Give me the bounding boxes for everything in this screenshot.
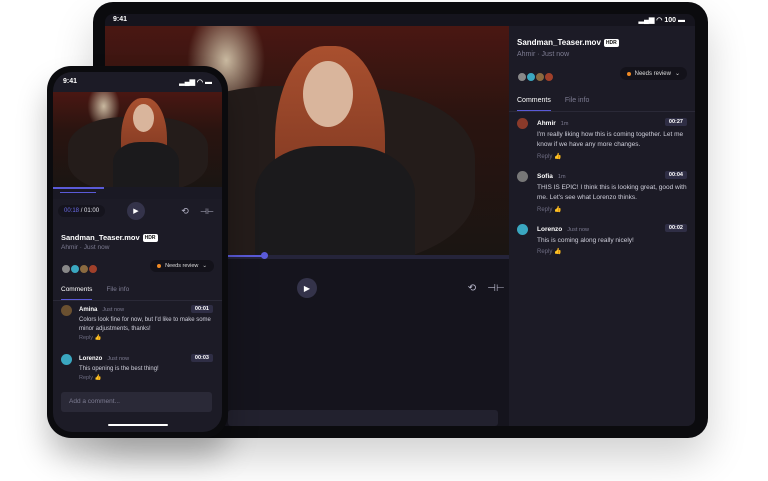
home-indicator	[108, 424, 168, 426]
duration: / 01:00	[80, 208, 100, 214]
comment-timestamp[interactable]: 00:02	[664, 224, 687, 232]
reply-button[interactable]: Reply	[537, 249, 552, 255]
comment-item: Ahmir 1m 00:27 I'm really liking how this…	[517, 118, 687, 168]
comment-time: Just now	[567, 227, 589, 233]
status-dot	[157, 264, 162, 268]
phone-screen: 9:41 ▂▄▆ ◠ ▬ 00:18 / 01:00 ▶ ⟲ ⊣⊢ Sandma…	[53, 72, 222, 432]
comment-item: Lorenzo Just now 00:02 This is coming alo…	[517, 224, 687, 264]
comment-timestamp[interactable]: 00:01	[190, 305, 213, 313]
comment-item: Sofia 1m 00:04 THIS IS EPIC! I think this…	[517, 171, 687, 221]
reply-button[interactable]: Reply	[537, 207, 552, 213]
comment-author: Amina	[79, 307, 98, 313]
comment-time: Just now	[102, 307, 125, 313]
reply-button[interactable]: Reply	[79, 335, 93, 341]
comment-text: THIS IS EPIC! I think this is looking gr…	[537, 184, 687, 201]
avatar	[61, 354, 72, 365]
comment-timestamp[interactable]: 00:04	[664, 171, 687, 179]
comment-author: Lorenzo	[537, 226, 563, 233]
comment-timestamp[interactable]: 00:27	[664, 118, 687, 126]
tablet-status-time: 9:41	[113, 16, 128, 23]
viewer-avatars[interactable]	[517, 69, 554, 87]
tablet-comment-input[interactable]	[228, 410, 498, 426]
comment-author: Ahmir	[537, 120, 556, 127]
comment-text: This opening is the best thing!	[79, 366, 159, 372]
hdr-badge: HDR	[142, 234, 158, 243]
status-label: Needs review	[165, 263, 199, 269]
like-icon[interactable]: 👍	[554, 154, 561, 160]
avatar	[61, 305, 72, 316]
playhead[interactable]	[261, 252, 268, 259]
comment-time: Just now	[107, 356, 130, 362]
like-icon[interactable]: 👍	[554, 249, 561, 255]
reply-button[interactable]: Reply	[537, 154, 552, 160]
tab-comments[interactable]: Comments	[61, 286, 93, 300]
compare-icon[interactable]: ⊣⊢	[487, 281, 504, 295]
chevron-down-icon: ⌄	[674, 71, 680, 77]
current-time: 00:18	[64, 208, 80, 214]
file-name: Sandman_Teaser.mov	[61, 233, 140, 242]
status-label: Needs review	[634, 70, 671, 77]
tab-file-info[interactable]: File info	[106, 286, 129, 300]
avatar	[517, 224, 528, 235]
tab-file-info[interactable]: File info	[565, 97, 590, 111]
compare-icon[interactable]: ⊣⊢	[200, 205, 214, 217]
like-icon[interactable]: 👍	[95, 335, 102, 341]
like-icon[interactable]: 👍	[554, 207, 561, 213]
phone-status-time: 9:41	[63, 78, 78, 85]
comment-author: Sofia	[537, 173, 553, 180]
chevron-down-icon: ⌄	[202, 263, 207, 269]
comment-time: 1m	[557, 174, 566, 180]
status-dropdown[interactable]: Needs review ⌄	[150, 260, 214, 272]
tab-comments[interactable]: Comments	[517, 97, 551, 111]
avatar	[517, 118, 528, 129]
status-dropdown[interactable]: Needs review ⌄	[619, 67, 687, 80]
comment-text: Colors look fine for now, but I'd like t…	[79, 317, 211, 332]
tablet-status-battery: ▂▄▆ ◠ 100 ▬	[638, 17, 685, 24]
hdr-badge: HDR	[603, 38, 619, 47]
comment-item: Amina Just now 00:01 Colors look fine for…	[61, 305, 213, 350]
panel-tabs: Comments File info	[53, 286, 222, 301]
file-byline: Ahmir · Just now	[61, 244, 110, 251]
phone-video-player[interactable]	[53, 92, 222, 187]
file-name: Sandman_Teaser.mov	[517, 38, 601, 47]
comment-text: This is coming along really nicely!	[537, 237, 634, 244]
tablet-side-panel: Sandman_Teaser.mov HDR Ahmir · Just now N…	[509, 26, 695, 426]
phone-timeline[interactable]	[53, 187, 222, 199]
comment-item: Lorenzo Just now 00:03 This opening is th…	[61, 354, 213, 389]
avatar	[517, 171, 528, 182]
battery-level: 100	[664, 17, 677, 24]
loop-icon[interactable]: ⟲	[465, 281, 479, 295]
panel-tabs: Comments File info	[509, 97, 695, 112]
phone-status-icons: ▂▄▆ ◠ ▬	[179, 79, 212, 86]
add-comment-input[interactable]: Add a comment...	[61, 392, 212, 412]
phone-device: 9:41 ▂▄▆ ◠ ▬ 00:18 / 01:00 ▶ ⟲ ⊣⊢ Sandma…	[47, 66, 228, 438]
comment-author: Lorenzo	[79, 356, 103, 362]
play-button[interactable]: ▶	[127, 202, 145, 220]
like-icon[interactable]: 👍	[95, 375, 102, 381]
comment-time: 1m	[560, 121, 569, 127]
comment-text: I'm really liking how this is coming tog…	[537, 131, 684, 148]
viewer-avatars[interactable]	[61, 261, 98, 279]
loop-icon[interactable]: ⟲	[179, 205, 191, 217]
time-display: 00:18 / 01:00	[58, 205, 106, 217]
play-button[interactable]: ▶	[297, 278, 317, 298]
status-dot	[626, 71, 631, 76]
comment-timestamp[interactable]: 00:03	[190, 354, 213, 362]
reply-button[interactable]: Reply	[79, 375, 93, 381]
file-byline: Ahmir · Just now	[517, 51, 570, 58]
